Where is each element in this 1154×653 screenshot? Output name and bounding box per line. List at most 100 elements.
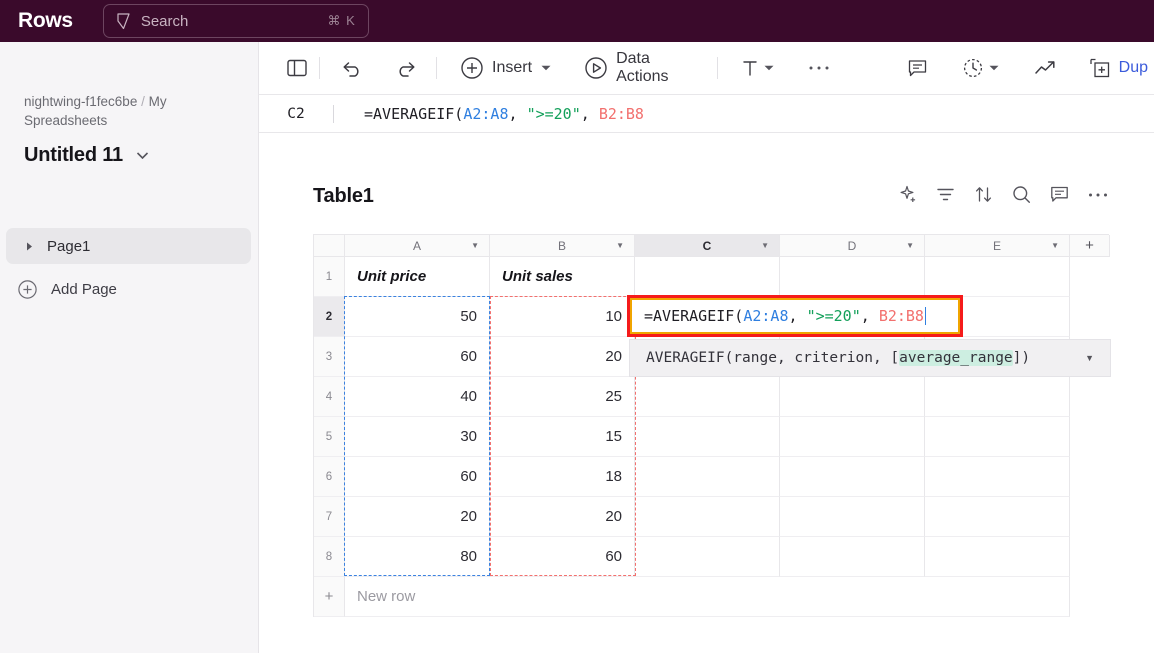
cell-c5[interactable] [635,417,780,457]
cell-d5[interactable] [780,417,925,457]
row-number[interactable]: 6 [314,457,345,497]
app-logo[interactable]: Rows [18,9,73,33]
column-header-a[interactable]: A ▼ [345,235,490,257]
cell-d1[interactable] [780,257,925,297]
spreadsheet-grid: A ▼ B ▼ C ▼ D ▼ E ▼ + 1 Unit price Unit … [313,234,1110,617]
cell-b1[interactable]: Unit sales [490,257,635,297]
cell-b4[interactable]: 25 [490,377,635,417]
sidebar-item-page1[interactable]: Page1 [6,228,251,264]
cell-e1[interactable] [925,257,1070,297]
document-title-row[interactable]: Untitled 11 [24,144,148,167]
toolbar-more-button[interactable] [802,52,836,84]
data-actions-button[interactable]: Data Actions [579,50,695,85]
cell-editor[interactable]: =AVERAGEIF(A2:A8, ">=20", B2:B8 [627,295,963,337]
cell-a4[interactable]: 40 [345,377,490,417]
cell-c1[interactable] [635,257,780,297]
cell-a5[interactable]: 30 [345,417,490,457]
cell-a2[interactable]: 50 [345,297,490,337]
cell-e4[interactable] [925,377,1070,417]
cell-b2[interactable]: 10 [490,297,635,337]
cell-a3[interactable]: 60 [345,337,490,377]
new-row-plus-icon[interactable]: + [314,577,345,617]
chevron-down-icon[interactable]: ▼ [1085,353,1094,363]
chevron-right-icon[interactable] [26,242,33,251]
breadcrumb-workspace[interactable]: nightwing-f1fec6be [24,94,137,109]
cell-a6[interactable]: 60 [345,457,490,497]
duplicate-icon [1090,58,1110,78]
cell-b3[interactable]: 20 [490,337,635,377]
redo-button[interactable] [389,52,422,84]
chevron-down-icon[interactable]: ▼ [761,241,769,250]
new-row[interactable]: + New row [314,577,1109,617]
row-number[interactable]: 2 [314,297,345,337]
cell-d6[interactable] [780,457,925,497]
cell-b7[interactable]: 20 [490,497,635,537]
ai-sparkle-icon[interactable] [898,185,917,204]
duplicate-button[interactable]: Dup [1084,52,1154,84]
comment-button[interactable] [902,52,933,84]
search-input[interactable]: Search ⌘ K [102,4,369,38]
cell-editor-input[interactable]: =AVERAGEIF(A2:A8, ">=20", B2:B8 [630,298,960,334]
cell-c6[interactable] [635,457,780,497]
panel-toggle-button[interactable] [281,52,313,84]
new-row-cell-e[interactable] [925,577,1070,617]
row-number[interactable]: 5 [314,417,345,457]
cell-c4[interactable] [635,377,780,417]
table-name[interactable]: Table1 [313,185,374,208]
cell-e8[interactable] [925,537,1070,577]
cell-a1[interactable]: Unit price [345,257,490,297]
cell-d4[interactable] [780,377,925,417]
column-header-b[interactable]: B ▼ [490,235,635,257]
cell-e7[interactable] [925,497,1070,537]
new-row-label[interactable]: New row [345,577,490,617]
cell-a8[interactable]: 80 [345,537,490,577]
filter-icon[interactable] [936,185,955,204]
cell-c8[interactable] [635,537,780,577]
search-icon[interactable] [1012,185,1031,204]
cell-b6[interactable]: 18 [490,457,635,497]
new-row-cell-d[interactable] [780,577,925,617]
column-header-d[interactable]: D ▼ [780,235,925,257]
cell-d7[interactable] [780,497,925,537]
cell-b8[interactable]: 60 [490,537,635,577]
formula-input[interactable]: =AVERAGEIF(A2:A8, ">=20", B2:B8 [364,105,644,123]
trend-button[interactable] [1029,52,1062,84]
cell-reference[interactable]: C2 [259,106,333,122]
new-row-cell-b[interactable] [490,577,635,617]
insert-button[interactable]: Insert [455,52,557,84]
chevron-down-icon[interactable] [136,152,148,159]
chevron-down-icon[interactable] [541,65,551,71]
row-number[interactable]: 3 [314,337,345,377]
chevron-down-icon[interactable] [989,65,999,71]
top-bar: Rows Search ⌘ K [0,0,1154,42]
history-button[interactable] [957,52,1005,84]
row-number[interactable]: 7 [314,497,345,537]
cell-e5[interactable] [925,417,1070,457]
comment-icon[interactable] [1050,185,1069,204]
add-page-button[interactable]: Add Page [18,280,117,299]
row-number[interactable]: 8 [314,537,345,577]
column-header-c[interactable]: C ▼ [635,235,780,257]
table-row: 1 Unit price Unit sales [314,257,1109,297]
chevron-down-icon[interactable]: ▼ [471,241,479,250]
chevron-down-icon[interactable]: ▼ [1051,241,1059,250]
sort-icon[interactable] [974,185,993,204]
undo-button[interactable] [336,52,369,84]
cell-e6[interactable] [925,457,1070,497]
add-column-button[interactable]: + [1070,235,1110,257]
cell-d8[interactable] [780,537,925,577]
more-icon[interactable] [1088,192,1108,198]
column-header-label: A [412,238,421,253]
page-title: Untitled 11 [24,144,123,166]
row-number[interactable]: 1 [314,257,345,297]
cell-c7[interactable] [635,497,780,537]
chevron-down-icon[interactable] [764,65,774,71]
column-header-e[interactable]: E ▼ [925,235,1070,257]
chevron-down-icon[interactable]: ▼ [616,241,624,250]
row-number[interactable]: 4 [314,377,345,417]
cell-a7[interactable]: 20 [345,497,490,537]
cell-b5[interactable]: 15 [490,417,635,457]
chevron-down-icon[interactable]: ▼ [906,241,914,250]
text-format-button[interactable] [736,52,780,84]
new-row-cell-c[interactable] [635,577,780,617]
